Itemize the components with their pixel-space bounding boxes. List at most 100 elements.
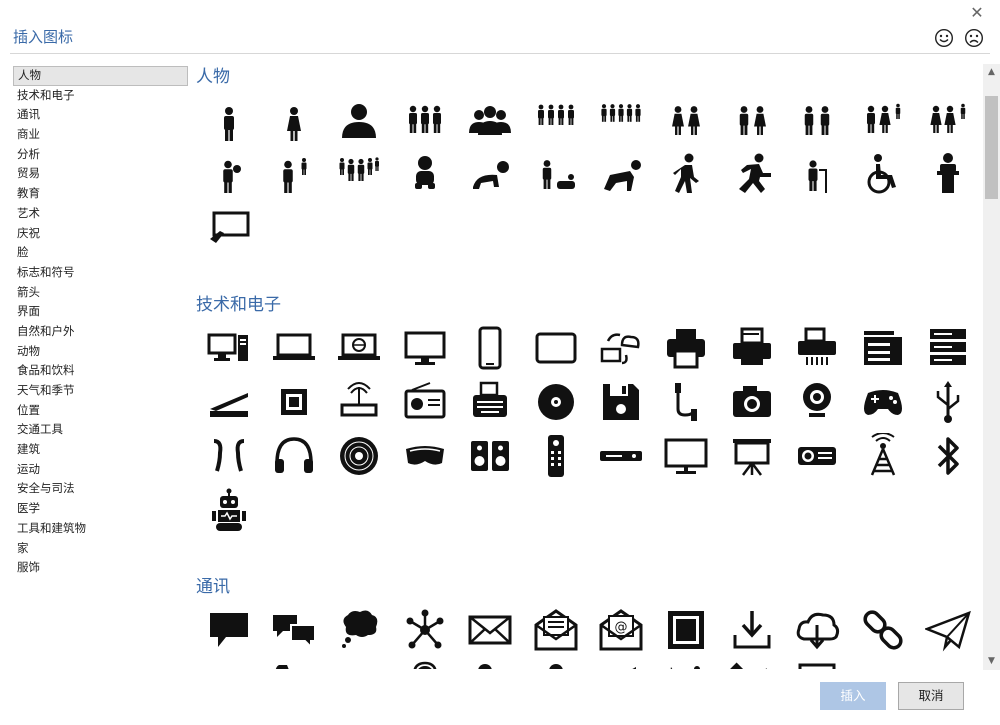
cpu-chip-icon[interactable] <box>261 376 326 428</box>
radio-icon[interactable] <box>392 376 457 428</box>
wheelchair-icon[interactable] <box>850 148 915 200</box>
category-item[interactable]: 动物 <box>13 342 188 362</box>
thought-bubble-icon[interactable] <box>327 604 392 656</box>
projector-icon[interactable] <box>785 430 850 482</box>
category-item[interactable]: 庆祝 <box>13 224 188 244</box>
category-item[interactable]: 安全与司法 <box>13 479 188 499</box>
phone-handset-icon[interactable] <box>261 658 326 669</box>
frown-feedback-icon[interactable] <box>964 28 984 48</box>
family-of-five-icon[interactable] <box>327 148 392 200</box>
category-item[interactable]: 食品和饮料 <box>13 361 188 381</box>
typewriter-icon[interactable] <box>458 376 523 428</box>
link-chain-icon[interactable] <box>850 604 915 656</box>
radio-tower-icon[interactable] <box>850 430 915 482</box>
smile-feedback-icon[interactable] <box>934 28 954 48</box>
conversation-bubbles-icon[interactable] <box>261 604 326 656</box>
category-item[interactable]: 人物 <box>13 66 188 86</box>
category-item[interactable]: 标志和符号 <box>13 263 188 283</box>
speaker-at-podium-icon[interactable] <box>915 148 980 200</box>
category-item[interactable]: 技术和电子 <box>13 86 188 106</box>
category-item[interactable]: 天气和季节 <box>13 381 188 401</box>
scanner-icon[interactable] <box>196 376 261 428</box>
category-item[interactable]: 建筑 <box>13 440 188 460</box>
group-of-five-icon[interactable] <box>588 94 653 146</box>
earbuds-icon[interactable] <box>196 430 261 482</box>
category-item[interactable]: 医学 <box>13 499 188 519</box>
category-item[interactable]: 服饰 <box>13 558 188 578</box>
vinyl-record-icon[interactable] <box>327 430 392 482</box>
family-man-child-icon[interactable] <box>850 94 915 146</box>
category-item[interactable]: 教育 <box>13 184 188 204</box>
category-item[interactable]: 艺术 <box>13 204 188 224</box>
smartphone-icon[interactable] <box>458 322 523 374</box>
cancel-button[interactable]: 取消 <box>898 682 964 710</box>
dvd-player-icon[interactable] <box>588 430 653 482</box>
cloud-sync-icon[interactable] <box>588 322 653 374</box>
vr-headset-icon[interactable] <box>392 430 457 482</box>
disc-icon[interactable] <box>523 376 588 428</box>
remote-control-icon[interactable] <box>523 430 588 482</box>
scroll-thumb[interactable] <box>985 96 998 199</box>
category-item[interactable]: 脸 <box>13 243 188 263</box>
running-icon[interactable] <box>719 148 784 200</box>
printer-document-icon[interactable] <box>719 322 784 374</box>
category-item[interactable]: 工具和建筑物 <box>13 519 188 539</box>
category-item[interactable]: 商业 <box>13 125 188 145</box>
elderly-with-cane-icon[interactable] <box>785 148 850 200</box>
megaphone-icon[interactable] <box>588 658 653 669</box>
scroll-up-icon[interactable]: ▲ <box>983 64 1000 81</box>
category-item[interactable]: 通讯 <box>13 105 188 125</box>
copier-icon[interactable] <box>850 322 915 374</box>
father-with-baby-icon[interactable] <box>196 148 261 200</box>
close-icon[interactable]: ✕ <box>968 4 986 22</box>
laptop-icon[interactable] <box>261 322 326 374</box>
group-bust-icon[interactable] <box>458 94 523 146</box>
baby-icon[interactable] <box>392 148 457 200</box>
share-arrow-icon[interactable] <box>196 658 261 669</box>
category-item[interactable]: 分析 <box>13 145 188 165</box>
presentation-touch-icon[interactable] <box>196 202 261 254</box>
tablet-icon[interactable] <box>523 322 588 374</box>
two-men-icon[interactable] <box>785 94 850 146</box>
group-of-four-icon[interactable] <box>523 94 588 146</box>
user-icon[interactable] <box>327 94 392 146</box>
category-item[interactable]: 家 <box>13 539 188 559</box>
crawling-baby-icon[interactable] <box>458 148 523 200</box>
camera-icon[interactable] <box>719 376 784 428</box>
father-with-child-icon[interactable] <box>261 148 326 200</box>
usb-symbol-icon[interactable] <box>915 376 980 428</box>
microphone-icon[interactable] <box>458 658 523 669</box>
headphones-icon[interactable] <box>261 430 326 482</box>
fax-printer-icon[interactable] <box>785 322 850 374</box>
satellite-icon[interactable] <box>719 658 784 669</box>
usb-cable-icon[interactable] <box>654 376 719 428</box>
category-item[interactable]: 运动 <box>13 460 188 480</box>
desktop-computer-icon[interactable] <box>196 322 261 374</box>
family-women-child-icon[interactable] <box>915 94 980 146</box>
category-item[interactable]: 箭头 <box>13 283 188 303</box>
operator-headset-icon[interactable] <box>392 658 457 669</box>
speakers-icon[interactable] <box>458 430 523 482</box>
paper-plane-icon[interactable] <box>915 604 980 656</box>
category-item[interactable]: 界面 <box>13 302 188 322</box>
two-women-icon[interactable] <box>654 94 719 146</box>
category-item[interactable]: 位置 <box>13 401 188 421</box>
projector-screen-icon[interactable] <box>719 430 784 482</box>
television-icon[interactable] <box>654 430 719 482</box>
postage-stamp-icon[interactable] <box>654 604 719 656</box>
open-envelope-letter-icon[interactable] <box>523 604 588 656</box>
category-item[interactable]: 贸易 <box>13 164 188 184</box>
cloud-download-icon[interactable] <box>785 604 850 656</box>
crawling-person-icon[interactable] <box>588 148 653 200</box>
insert-button[interactable]: 插入 <box>820 682 886 710</box>
scrollbar[interactable]: ▲ ▼ <box>983 64 1000 670</box>
network-hub-icon[interactable] <box>392 604 457 656</box>
bluetooth-icon[interactable] <box>915 430 980 482</box>
floppy-disk-icon[interactable] <box>588 376 653 428</box>
studio-microphone-icon[interactable] <box>523 658 588 669</box>
category-item[interactable]: 交通工具 <box>13 420 188 440</box>
group-of-three-icon[interactable] <box>392 94 457 146</box>
server-icon[interactable] <box>915 322 980 374</box>
router-icon[interactable] <box>327 376 392 428</box>
game-controller-icon[interactable] <box>850 376 915 428</box>
